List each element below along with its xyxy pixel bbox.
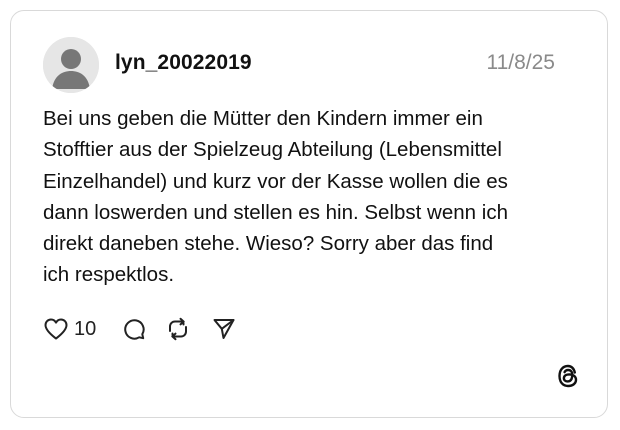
repost-icon <box>169 317 188 341</box>
post-text-line: Bei uns geben die Mütter den Kindern imm… <box>43 107 483 130</box>
post-text-line: ich respektlos. <box>43 263 175 287</box>
avatar[interactable] <box>43 37 99 93</box>
post-text-line: Einzelhandel) und kurz vor der Kasse wol… <box>43 169 508 193</box>
post-text-line: direkt daneben stehe. Wieso? Sorry aber … <box>43 232 494 256</box>
default-avatar-icon <box>43 37 99 93</box>
send-icon <box>213 319 235 339</box>
post-text-line: Stofftier aus der Spielzeug Abteilung (L… <box>43 138 502 162</box>
repost-button[interactable] <box>166 317 190 341</box>
reply-button[interactable] <box>122 317 146 341</box>
share-button[interactable] <box>212 317 236 341</box>
post-text: Bei uns geben die Mütter den Kindern imm… <box>43 103 573 291</box>
threads-logo-icon[interactable] <box>555 363 581 389</box>
comment-icon <box>124 319 145 340</box>
username[interactable]: lyn_20022019 <box>115 51 252 75</box>
like-button[interactable]: 10 <box>43 317 122 341</box>
post-date: 11/8/25 <box>486 51 555 74</box>
post-text-line: dann loswerden und stellen es hin. Selbs… <box>43 200 508 224</box>
like-count: 10 <box>74 317 97 340</box>
post-card: lyn_20022019 11/8/25 Bei uns geben die M… <box>10 10 608 418</box>
heart-icon <box>44 318 68 340</box>
action-bar: 10 <box>43 314 236 344</box>
